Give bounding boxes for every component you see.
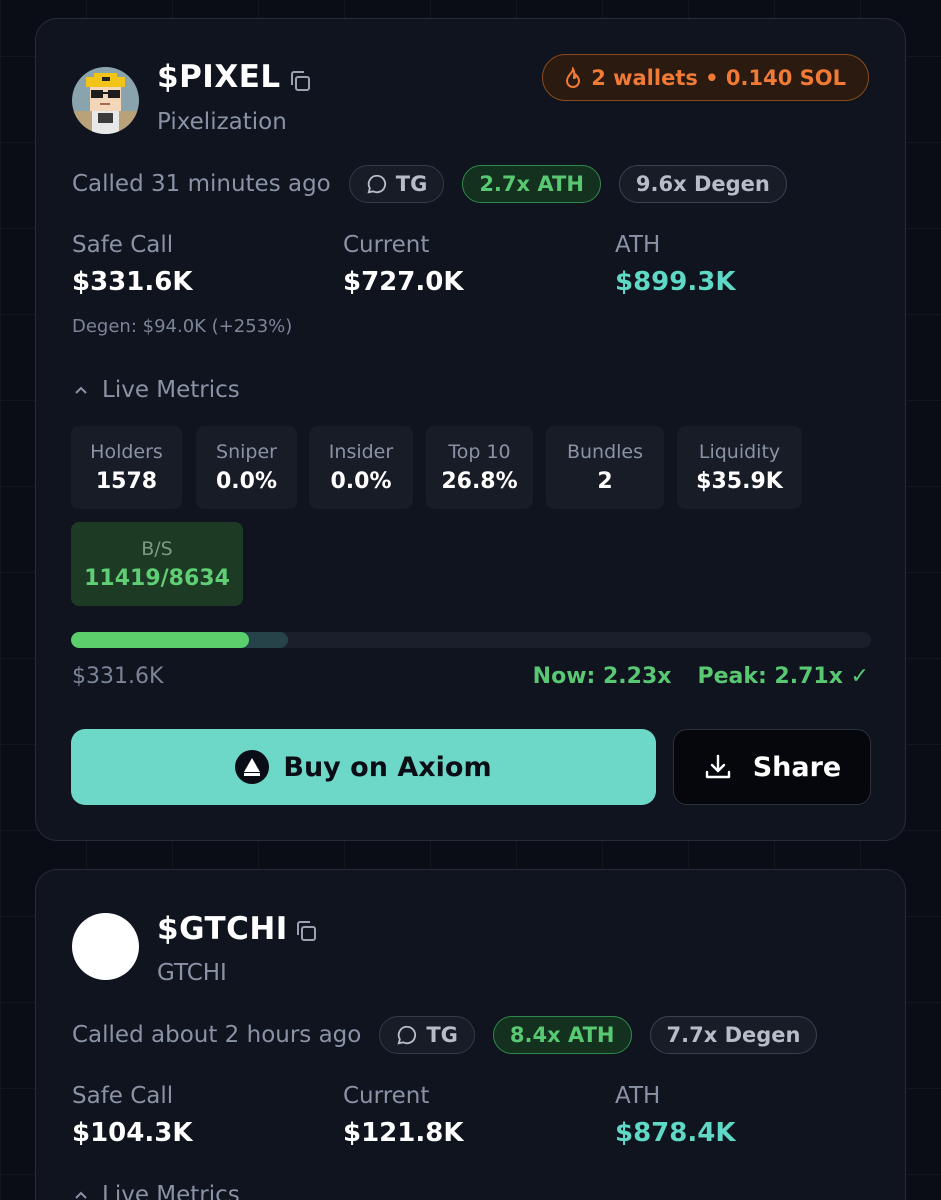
metric-value: 0.0% (330, 469, 392, 494)
live-metrics-label: Live Metrics (102, 377, 240, 403)
metric-label: Top 10 (448, 441, 511, 463)
current-value: $121.8K (343, 1118, 464, 1148)
chat-bubble-icon (397, 1025, 417, 1045)
metric-label: Holders (90, 441, 163, 463)
token-ticker: $GTCHI (157, 911, 288, 947)
multiplier-row: Now: 2.23x Peak: 2.71x ✓ (533, 664, 869, 689)
metric-label: Liquidity (698, 441, 781, 463)
bs-value: 11419/8634 (84, 565, 230, 591)
metric-sniper: Sniper 0.0% (196, 426, 297, 509)
safe-call-label: Safe Call (72, 232, 174, 258)
bs-label: B/S (141, 537, 173, 560)
metric-value: 2 (597, 469, 613, 494)
safe-call-label: Safe Call (72, 1083, 174, 1109)
metric-value: $35.9K (696, 469, 783, 494)
degen-entry: Degen: $94.0K (+253%) (72, 316, 293, 337)
metric-value: 26.8% (441, 469, 518, 494)
degen-multiplier-tag: 9.6x Degen (618, 165, 787, 203)
token-avatar (72, 913, 139, 980)
share-button-label: Share (752, 751, 842, 783)
entry-market-cap: $331.6K (72, 664, 164, 689)
wallets-badge: 2 wallets • 0.140 SOL (542, 54, 869, 101)
metric-liquidity: Liquidity $35.9K (677, 426, 802, 509)
current-value: $727.0K (343, 267, 464, 297)
token-card-gtchi: $GTCHI GTCHI Called about 2 hours ago TG… (35, 869, 906, 1200)
token-card-pixel: $PIXEL Pixelization 2 wallets • 0.140 SO… (35, 18, 906, 841)
tg-label: TG (395, 172, 428, 196)
token-avatar (72, 67, 139, 134)
ath-multiplier-tag: 2.7x ATH (462, 165, 601, 203)
metric-label: Bundles (566, 441, 644, 463)
token-name: Pixelization (157, 109, 287, 135)
download-icon (705, 754, 730, 779)
metric-label: Sniper (216, 441, 277, 463)
chat-bubble-icon (367, 174, 386, 194)
ath-label: ATH (615, 1083, 661, 1109)
buy-on-axiom-button[interactable]: Buy on Axiom (71, 729, 656, 805)
chevron-up-icon (75, 1191, 87, 1199)
metric-value: 1578 (95, 469, 158, 494)
current-label: Current (343, 232, 430, 258)
live-metrics-toggle[interactable]: Live Metrics (72, 1182, 240, 1200)
tg-label: TG (426, 1023, 458, 1047)
token-name: GTCHI (157, 960, 227, 986)
now-multiplier: Now: 2.23x (532, 664, 672, 689)
ath-label: ATH (615, 232, 661, 258)
tg-link[interactable]: TG (348, 165, 445, 203)
copy-icon[interactable] (294, 919, 318, 943)
pixel-character-icon (72, 67, 139, 134)
metric-label: Insider (328, 441, 394, 463)
buy-sell-ratio: B/S 11419/8634 (71, 522, 243, 606)
ath-multiplier-tag: 8.4x ATH (492, 1016, 632, 1054)
safe-call-value: $104.3K (72, 1118, 193, 1148)
fire-icon (566, 66, 581, 88)
safe-call-value: $331.6K (72, 267, 193, 297)
peak-multiplier: Peak: 2.71x ✓ (697, 664, 869, 689)
progress-now-fill (71, 632, 250, 648)
token-ticker: $PIXEL (157, 59, 281, 95)
chevron-up-icon (75, 386, 87, 394)
live-metrics-label: Live Metrics (102, 1182, 240, 1200)
ath-value: $878.4K (615, 1118, 736, 1148)
share-button[interactable]: Share (673, 729, 871, 805)
called-row: Called 31 minutes ago TG 2.7x ATH 9.6x D… (72, 165, 787, 203)
metric-holders: Holders 1578 (71, 426, 182, 509)
ath-value: $899.3K (615, 267, 736, 297)
buy-button-label: Buy on Axiom (283, 751, 492, 783)
called-row: Called about 2 hours ago TG 8.4x ATH 7.7… (72, 1016, 818, 1054)
live-metrics-toggle[interactable]: Live Metrics (72, 377, 240, 403)
axiom-logo-icon (235, 750, 270, 784)
current-label: Current (343, 1083, 430, 1109)
tg-link[interactable]: TG (379, 1016, 475, 1054)
called-time: Called about 2 hours ago (72, 1022, 362, 1048)
called-time: Called 31 minutes ago (72, 171, 331, 197)
metric-bundles: Bundles 2 (546, 426, 664, 509)
copy-icon[interactable] (288, 69, 312, 93)
metric-insider: Insider 0.0% (309, 426, 413, 509)
metric-top10: Top 10 26.8% (426, 426, 533, 509)
performance-progress-bar (71, 632, 871, 648)
wallets-badge-text: 2 wallets • 0.140 SOL (591, 65, 846, 90)
degen-multiplier-tag: 7.7x Degen (649, 1016, 818, 1054)
metric-value: 0.0% (215, 469, 277, 494)
